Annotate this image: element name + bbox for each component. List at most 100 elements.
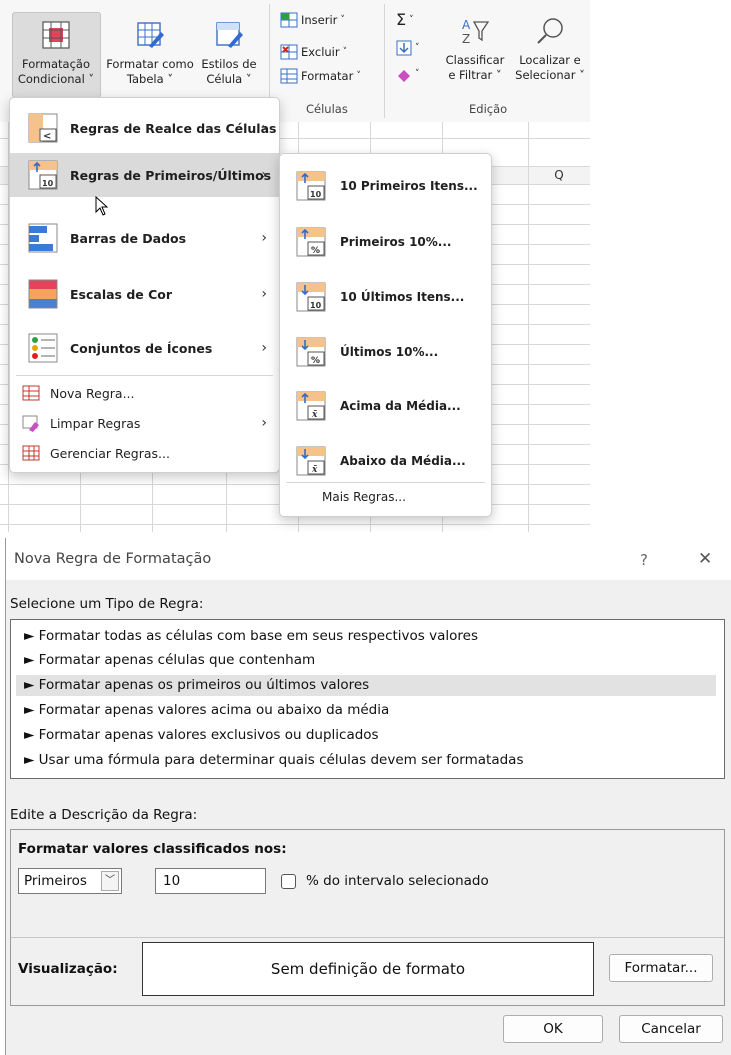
format-table-icon — [137, 22, 164, 48]
dialog-title: Nova Regra de Formatação — [14, 551, 212, 567]
help-button[interactable]: ? — [640, 551, 648, 569]
btn-line2: e Filtrar ˅ — [448, 68, 502, 82]
menu-item-data-bars[interactable]: Barras de Dados › — [10, 218, 279, 258]
cell-styles-icon — [216, 22, 243, 48]
format-label: Formatar — [301, 69, 354, 83]
chevron-right-icon: › — [261, 415, 267, 431]
autosum-button[interactable]: Σ ˅ — [396, 10, 414, 30]
clear-button[interactable]: ˅ — [396, 64, 420, 84]
chevron-down-icon: ˅ — [356, 71, 361, 81]
submenu-item-top-10-percent[interactable]: % Primeiros 10%... — [280, 224, 491, 260]
top-bottom-icon: 10 — [28, 160, 58, 190]
menu-item-label: Regras de Primeiros/Últimos — [70, 167, 272, 183]
svg-text:%: % — [311, 246, 320, 256]
format-button[interactable]: Formatar ˅ — [280, 66, 361, 86]
bottom-percent-icon: % — [296, 337, 326, 367]
submenu-item-top-10-items[interactable]: 10 10 Primeiros Itens... — [280, 168, 491, 204]
cancel-button[interactable]: Cancelar — [619, 1015, 723, 1043]
new-formatting-rule-dialog: Nova Regra de Formatação ? ✕ Selecione u… — [5, 538, 731, 1055]
sort-filter-button[interactable]: A Z Classificar e Filtrar ˅ — [440, 16, 510, 83]
rule-type-item-selected[interactable]: ► Formatar apenas os primeiros ou último… — [16, 675, 716, 696]
menu-item-top-bottom-rules[interactable]: 10 Regras de Primeiros/Últimos › — [10, 153, 279, 197]
chevron-right-icon: › — [261, 286, 267, 302]
close-button[interactable]: ✕ — [698, 549, 712, 569]
format-button[interactable]: Formatar... — [609, 954, 713, 982]
chevron-down-icon[interactable]: ﹀ — [101, 871, 119, 891]
submenu-item-bottom-10-percent[interactable]: % Últimos 10%... — [280, 334, 491, 370]
chevron-down-icon: ˅ — [340, 15, 345, 25]
insert-label: Inserir — [301, 13, 338, 27]
menu-item-manage-rules[interactable]: Gerenciar Regras... — [10, 442, 279, 464]
panel-divider — [11, 937, 724, 938]
find-select-button[interactable]: Localizar e Selecionar ˅ — [510, 16, 590, 83]
magnifier-icon — [537, 18, 563, 44]
ok-button[interactable]: OK — [503, 1015, 603, 1043]
preview-label: Visualização: — [18, 961, 118, 977]
format-as-table-button[interactable]: Formatar como Tabela ˅ — [103, 20, 197, 87]
icon-sets-icon — [28, 333, 58, 363]
conditional-formatting-menu: < Regras de Realce das Células › 10 Regr… — [9, 97, 280, 473]
btn-line2: Célula ˅ — [206, 72, 252, 86]
column-header-q[interactable]: Q — [528, 167, 590, 184]
rule-type-item[interactable]: ► Formatar apenas valores acima ou abaix… — [16, 700, 716, 721]
percent-checkbox[interactable] — [281, 874, 296, 889]
rule-type-item[interactable]: ► Formatar apenas valores exclusivos ou … — [16, 725, 716, 746]
menu-separator — [16, 375, 273, 376]
submenu-item-label: Acima da Média... — [340, 399, 461, 413]
submenu-item-label: 10 Primeiros Itens... — [340, 179, 478, 193]
submenu-item-label: Primeiros 10%... — [340, 235, 452, 249]
submenu-item-bottom-10-items[interactable]: 10 10 Últimos Itens... — [280, 279, 491, 315]
svg-text:x̄: x̄ — [311, 410, 318, 420]
submenu-item-label: 10 Últimos Itens... — [340, 290, 465, 304]
rule-type-list[interactable]: ► Formatar todas as células com base em … — [10, 619, 725, 779]
grid-line — [0, 524, 590, 525]
btn-line1: Formatar como — [106, 57, 194, 71]
fill-down-icon — [396, 40, 412, 56]
svg-text:10: 10 — [310, 190, 322, 199]
submenu-item-below-average[interactable]: x̄ Abaixo da Média... — [280, 443, 491, 479]
insert-icon — [280, 12, 298, 28]
chevron-right-icon: › — [261, 120, 267, 136]
format-ranked-label: Formatar valores classificados nos: — [18, 841, 287, 857]
btn-line1: Classificar — [445, 53, 505, 67]
menu-item-icon-sets[interactable]: Conjuntos de Ícones › — [10, 328, 279, 368]
chevron-right-icon: › — [261, 340, 267, 356]
svg-text:<: < — [43, 131, 51, 142]
submenu-item-more-rules[interactable]: Mais Regras... — [322, 490, 406, 504]
rule-type-item[interactable]: ► Formatar todas as células com base em … — [16, 626, 716, 647]
menu-item-color-scales[interactable]: Escalas de Cor › — [10, 274, 279, 314]
fill-button[interactable]: ˅ — [396, 38, 420, 58]
insert-button[interactable]: Inserir ˅ — [280, 10, 345, 30]
rule-type-item[interactable]: ► Usar uma fórmula para determinar quais… — [16, 750, 716, 771]
edit-description-label: Edite a Descrição da Regra: — [10, 807, 198, 823]
bottom-10-icon: 10 — [296, 282, 326, 312]
below-average-icon: x̄ — [296, 446, 326, 476]
rule-type-item[interactable]: ► Formatar apenas células que contenham — [16, 650, 716, 671]
eraser-icon — [398, 70, 410, 82]
cell-styles-button[interactable]: Estilos de Célula ˅ — [198, 20, 260, 87]
top-10-icon: 10 — [296, 171, 326, 201]
delete-button[interactable]: Excluir ˅ — [280, 42, 347, 62]
ribbon-separator — [384, 4, 385, 118]
chevron-down-icon: ˅ — [409, 15, 414, 25]
delete-icon — [280, 44, 298, 60]
conditional-formatting-label: Formatação Condicional ˅ — [12, 20, 100, 87]
menu-item-clear-rules[interactable]: Limpar Regras › — [10, 412, 279, 434]
menu-item-label: Gerenciar Regras... — [50, 445, 170, 461]
submenu-item-label: Abaixo da Média... — [340, 454, 466, 468]
dropdown-value: Primeiros — [24, 873, 87, 889]
chevron-down-icon: ˅ — [415, 43, 420, 53]
top-bottom-dropdown[interactable]: Primeiros ﹀ — [18, 868, 122, 894]
new-rule-icon — [22, 385, 40, 401]
conditional-formatting-icon — [42, 21, 70, 49]
chevron-right-icon: › — [261, 167, 267, 183]
menu-item-new-rule[interactable]: Nova Regra... — [10, 382, 279, 404]
sigma-icon: Σ — [396, 10, 407, 29]
chevron-down-icon: ˅ — [415, 69, 420, 79]
submenu-item-above-average[interactable]: x̄ Acima da Média... — [280, 388, 491, 424]
rank-number-value: 10 — [163, 873, 181, 889]
menu-item-highlight-rules[interactable]: < Regras de Realce das Células › — [10, 108, 279, 148]
clear-rules-icon — [22, 415, 39, 432]
chevron-right-icon: › — [261, 230, 267, 246]
rank-number-input[interactable]: 10 — [155, 868, 266, 894]
